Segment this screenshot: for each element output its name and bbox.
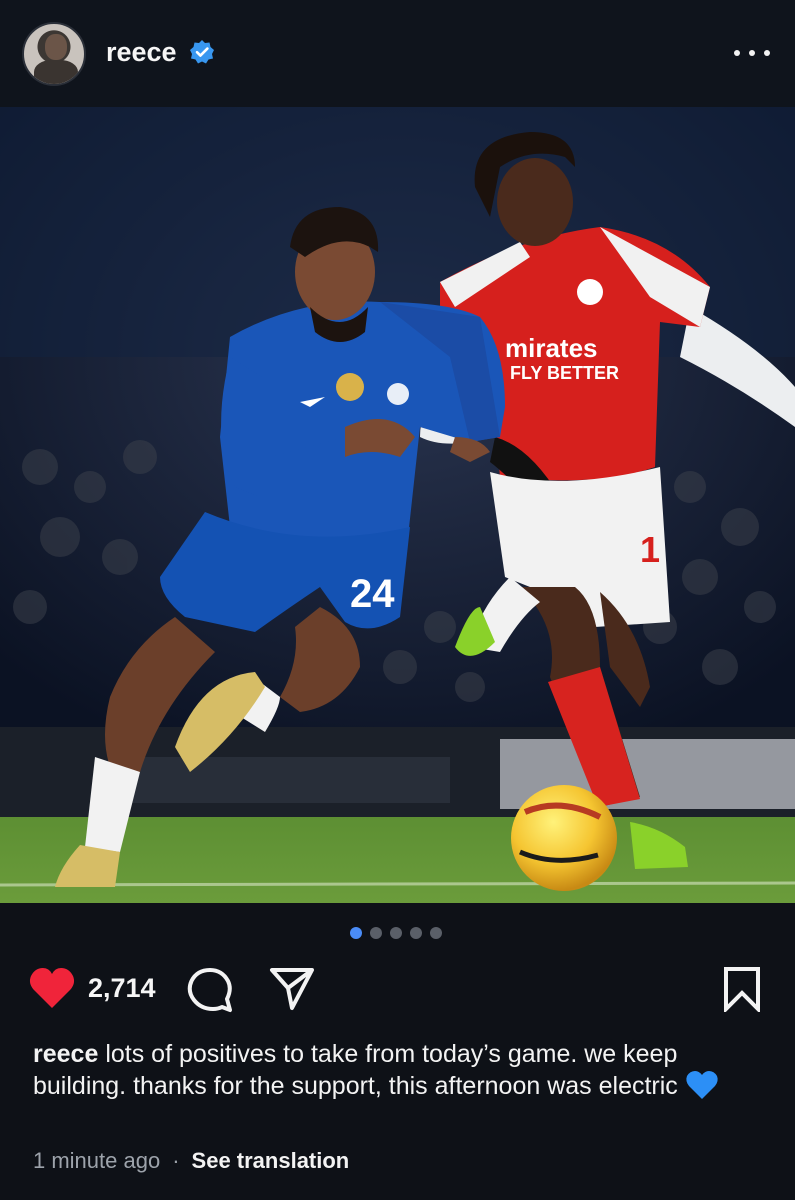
carousel-dot (430, 927, 442, 939)
carousel-dot (410, 927, 422, 939)
caption-username[interactable]: reece (33, 1040, 98, 1068)
arsenal-number: 1 (640, 529, 660, 570)
sponsor-line2: FLY BETTER (510, 363, 619, 383)
more-options-icon[interactable] (734, 44, 770, 62)
more-dot (749, 50, 755, 56)
share-send-icon[interactable] (268, 966, 316, 1012)
post-meta: 1 minute ago · See translation (33, 1148, 349, 1174)
more-dot (764, 50, 770, 56)
comment-icon[interactable] (186, 966, 234, 1014)
carousel-dot-active (350, 927, 362, 939)
profile-avatar[interactable] (22, 22, 86, 86)
carousel-dot (370, 927, 382, 939)
avatar-body (34, 60, 78, 84)
carousel-dot (390, 927, 402, 939)
meta-separator: · (172, 1148, 180, 1173)
post-actions: 2,714 (0, 960, 795, 1020)
carousel-indicator (350, 926, 442, 940)
see-translation-link[interactable]: See translation (192, 1148, 350, 1174)
caption-text: lots of positives to take from today’s g… (33, 1040, 678, 1100)
football-match-illustration: mirates FLY BETTER 1 24 (0, 107, 795, 903)
sponsor-line1: mirates (505, 333, 598, 363)
like-count[interactable]: 2,714 (88, 973, 156, 1004)
post-photo[interactable]: mirates FLY BETTER 1 24 (0, 107, 795, 903)
verified-badge-icon (190, 40, 214, 64)
avatar-head (45, 34, 67, 60)
blue-heart-icon (686, 1071, 718, 1099)
post-header: reece (0, 0, 795, 107)
post-caption: reece lots of positives to take from tod… (33, 1038, 773, 1102)
post-username[interactable]: reece (106, 37, 177, 68)
more-dot (734, 50, 740, 56)
post-timestamp: 1 minute ago (33, 1148, 161, 1173)
like-heart-icon[interactable] (28, 966, 76, 1010)
chelsea-number: 24 (350, 572, 395, 616)
bookmark-icon[interactable] (720, 966, 764, 1012)
